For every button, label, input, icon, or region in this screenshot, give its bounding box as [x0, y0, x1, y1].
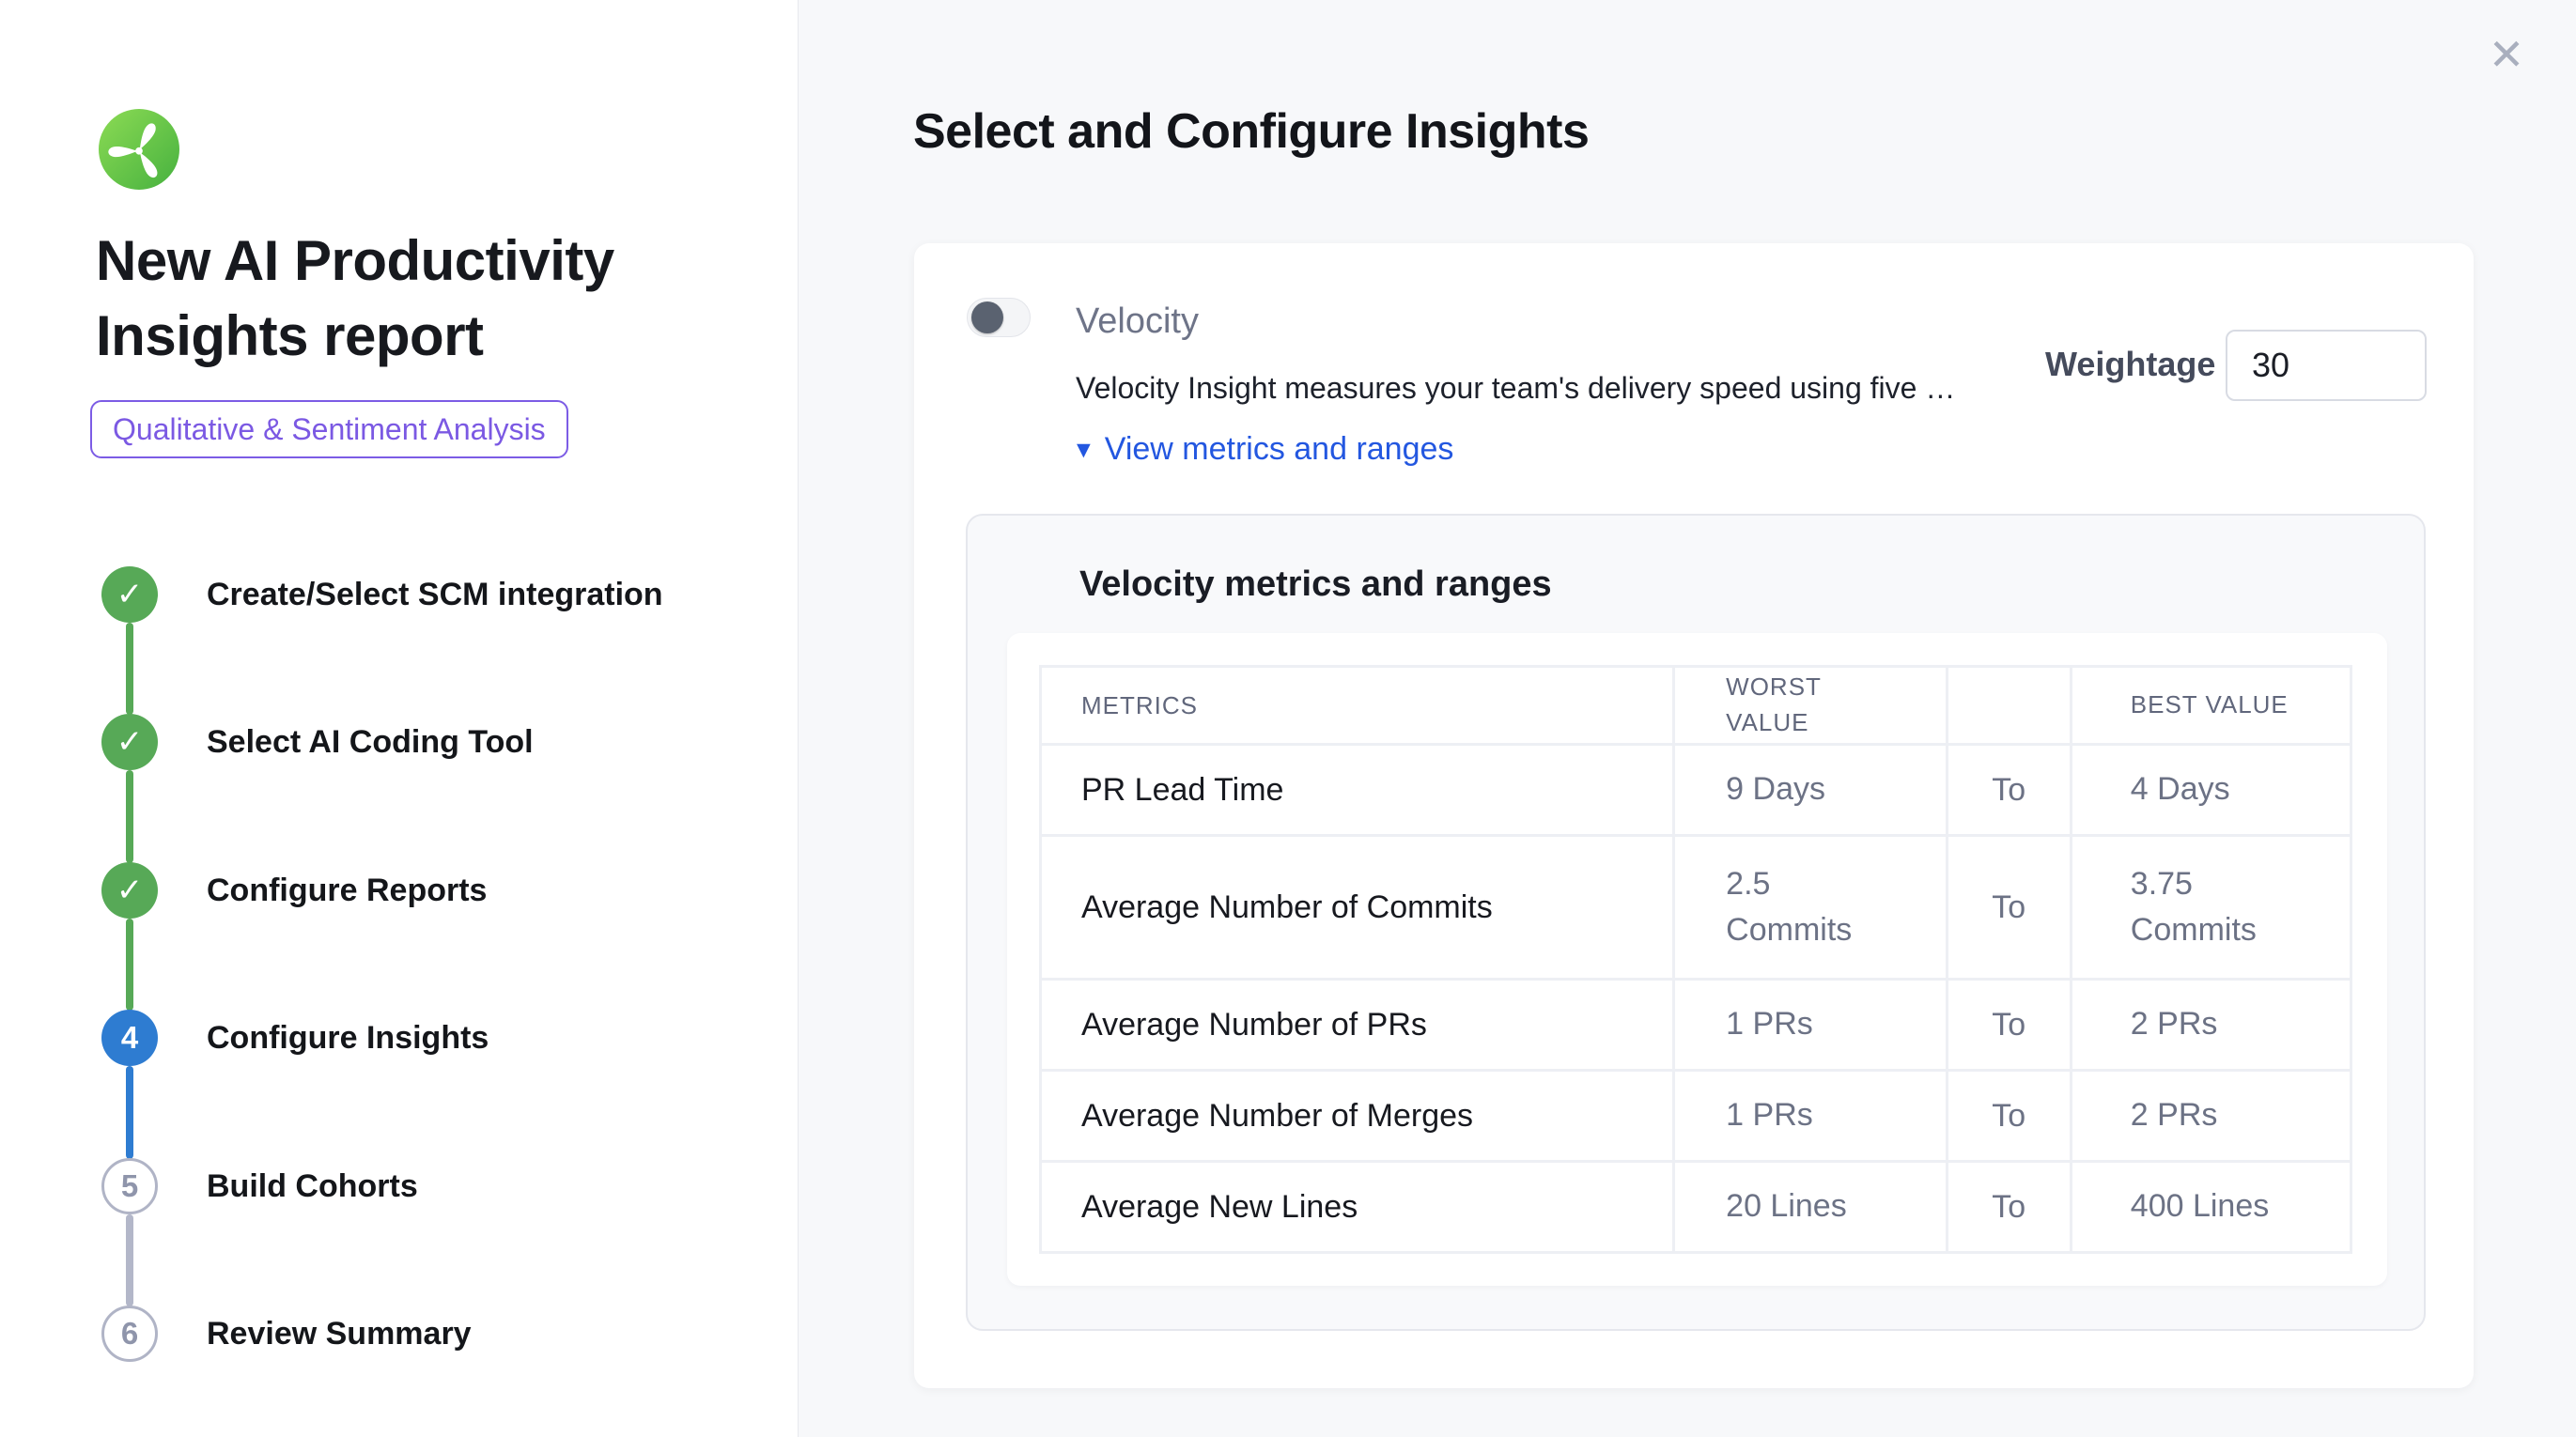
- sidebar-step-ai-coding-tool[interactable]: ✓ Select AI Coding Tool: [101, 714, 534, 770]
- metrics-table-card: METRICS WORST VALUE BEST VALUE PR Lead T…: [1007, 633, 2387, 1286]
- to-cell: To: [1948, 1072, 2070, 1160]
- check-icon: ✓: [101, 862, 158, 919]
- worst-value-cell: 20 Lines: [1675, 1163, 1945, 1251]
- view-metrics-link[interactable]: ▼ View metrics and ranges: [1072, 431, 1453, 468]
- insight-description: Velocity Insight measures your team's de…: [1076, 371, 1955, 406]
- header-worst-value: WORST VALUE: [1675, 668, 1945, 743]
- step-label: Build Cohorts: [207, 1168, 418, 1205]
- view-metrics-link-label: View metrics and ranges: [1105, 431, 1454, 468]
- stepper-connector: [126, 770, 133, 863]
- table-row: Average New Lines 20 Lines To 400 Lines: [1042, 1163, 2350, 1251]
- step-label: Configure Reports: [207, 873, 487, 909]
- insight-card: Velocity Velocity Insight measures your …: [914, 243, 2474, 1388]
- toggle-knob: [971, 301, 1003, 333]
- sidebar-step-review-summary[interactable]: 6 Review Summary: [101, 1306, 472, 1362]
- step-label: Create/Select SCM integration: [207, 577, 663, 613]
- metric-cell: PR Lead Time: [1042, 746, 1672, 834]
- worst-value-cell: 9 Days: [1675, 746, 1945, 834]
- step-label: Select AI Coding Tool: [207, 724, 534, 761]
- stepper-connector: [126, 1214, 133, 1306]
- header-spacer: [1948, 668, 2070, 743]
- metric-cell: Average Number of Commits: [1042, 837, 1672, 978]
- wizard-stepper: ✓ Create/Select SCM integration ✓ Select…: [0, 0, 798, 1437]
- caret-down-icon: ▼: [1072, 434, 1095, 466]
- stepper-connector: [126, 623, 133, 715]
- stepper-connector: [126, 919, 133, 1011]
- step-label: Configure Insights: [207, 1020, 489, 1057]
- stepper-connector: [126, 1066, 133, 1159]
- sidebar-step-build-cohorts[interactable]: 5 Build Cohorts: [101, 1158, 418, 1214]
- metrics-panel-title: Velocity metrics and ranges: [1079, 564, 1552, 605]
- metric-cell: Average New Lines: [1042, 1163, 1672, 1251]
- step-number: 4: [101, 1010, 158, 1066]
- sidebar: New AI Productivity Insights report Qual…: [0, 0, 798, 1437]
- best-value-cell: 2 PRs: [2072, 1072, 2350, 1160]
- worst-value-cell: 1 PRs: [1675, 1072, 1945, 1160]
- table-row: PR Lead Time 9 Days To 4 Days: [1042, 746, 2350, 834]
- table-row: Average Number of Merges 1 PRs To 2 PRs: [1042, 1072, 2350, 1160]
- to-cell: To: [1948, 981, 2070, 1069]
- worst-value-cell: 2.5 Commits: [1675, 837, 1945, 978]
- page-title: Select and Configure Insights: [913, 103, 1589, 160]
- close-icon[interactable]: ✕: [2478, 26, 2535, 83]
- metric-cell: Average Number of Merges: [1042, 1072, 1672, 1160]
- to-cell: To: [1948, 1163, 2070, 1251]
- header-metrics: METRICS: [1042, 668, 1672, 743]
- table-header-row: METRICS WORST VALUE BEST VALUE: [1042, 668, 2350, 743]
- best-value-cell: 400 Lines: [2072, 1163, 2350, 1251]
- app-root: New AI Productivity Insights report Qual…: [0, 0, 2576, 1437]
- velocity-toggle[interactable]: [967, 298, 1031, 337]
- weightage-label: Weightage: [2045, 345, 2215, 384]
- table-row: Average Number of PRs 1 PRs To 2 PRs: [1042, 981, 2350, 1069]
- sidebar-step-configure-insights[interactable]: 4 Configure Insights: [101, 1010, 489, 1066]
- best-value-cell: 2 PRs: [2072, 981, 2350, 1069]
- worst-value-cell: 1 PRs: [1675, 981, 1945, 1069]
- to-cell: To: [1948, 837, 2070, 978]
- insight-name: Velocity: [1076, 301, 1199, 342]
- main-panel: ✕ Select and Configure Insights Velocity…: [798, 0, 2576, 1437]
- step-number: 5: [101, 1158, 158, 1214]
- step-number: 6: [101, 1306, 158, 1362]
- to-cell: To: [1948, 746, 2070, 834]
- table-row: Average Number of Commits 2.5 Commits To…: [1042, 837, 2350, 978]
- sidebar-step-configure-reports[interactable]: ✓ Configure Reports: [101, 862, 487, 919]
- best-value-cell: 4 Days: [2072, 746, 2350, 834]
- check-icon: ✓: [101, 714, 158, 770]
- metrics-ranges-panel: Velocity metrics and ranges METRICS WORS…: [966, 514, 2426, 1331]
- metric-cell: Average Number of PRs: [1042, 981, 1672, 1069]
- step-label: Review Summary: [207, 1316, 472, 1352]
- metrics-table: METRICS WORST VALUE BEST VALUE PR Lead T…: [1039, 665, 2352, 1254]
- sidebar-step-scm-integration[interactable]: ✓ Create/Select SCM integration: [101, 566, 663, 623]
- check-icon: ✓: [101, 566, 158, 623]
- weightage-input[interactable]: [2226, 330, 2427, 401]
- header-best-value: BEST VALUE: [2072, 668, 2350, 743]
- best-value-cell: 3.75 Commits: [2072, 837, 2350, 978]
